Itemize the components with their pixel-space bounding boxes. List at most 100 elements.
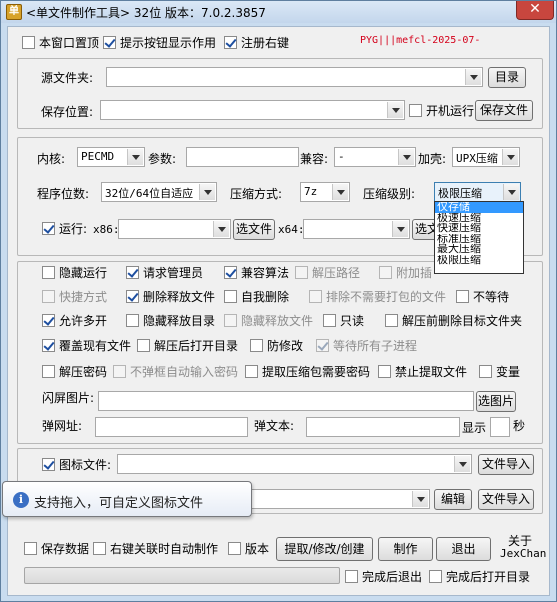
compat-combo[interactable]: - xyxy=(334,147,416,167)
level-option[interactable]: 最大压缩 xyxy=(435,244,523,255)
overwrite-checkbox[interactable]: 覆盖现有文件 xyxy=(42,337,131,353)
option-label: 快捷方式 xyxy=(59,289,108,304)
popup-url-label: 弹网址: xyxy=(42,419,83,433)
checkbox-box xyxy=(126,265,139,279)
select-image-button[interactable]: 选图片 xyxy=(476,391,516,412)
popup-text-input[interactable] xyxy=(306,417,460,437)
author-label: JexChan xyxy=(500,547,547,560)
checkbox-box xyxy=(42,338,55,352)
hide-release-files-checkbox[interactable]: 隐藏释放文件 xyxy=(224,312,313,328)
self-delete-checkbox[interactable]: 自我删除 xyxy=(224,288,289,304)
level-option[interactable]: 极限压缩 xyxy=(435,255,523,266)
chevron-down-icon xyxy=(392,221,408,237)
exclude-files-checkbox[interactable]: 排除不需要打包的文件 xyxy=(309,288,446,304)
checkbox-box xyxy=(345,569,358,583)
icon-file-import-button[interactable]: 文件导入 xyxy=(478,454,534,475)
kernel-label: 内核: xyxy=(37,152,66,166)
option-label: 不等待 xyxy=(473,289,510,304)
chevron-down-icon xyxy=(465,69,481,85)
no-wait-checkbox[interactable]: 不等待 xyxy=(456,288,509,304)
params-input[interactable] xyxy=(186,147,299,167)
delete-target-folder-checkbox[interactable]: 解压前删除目标文件夹 xyxy=(385,312,522,328)
arch-combo[interactable]: 32位/64位自适应 xyxy=(101,182,217,202)
hide-run-checkbox[interactable]: 隐藏运行 xyxy=(42,264,107,280)
compress-level-value: 极限压缩 xyxy=(438,187,482,200)
version-checkbox[interactable]: 版本 xyxy=(228,540,269,556)
checkbox-box xyxy=(224,265,237,279)
exit-button[interactable]: 退出 xyxy=(436,537,491,561)
popup-url-input[interactable] xyxy=(95,417,248,437)
attach-plugin-checkbox[interactable]: 附加插 xyxy=(379,264,432,280)
save-location-combo[interactable] xyxy=(100,100,405,120)
splash-image-input[interactable] xyxy=(98,391,474,411)
option-label: 等待所有子进程 xyxy=(333,338,418,353)
exit-after-checkbox[interactable]: 完成后退出 xyxy=(345,568,422,584)
checkbox-box xyxy=(429,569,442,583)
level-option[interactable]: 快速压缩 xyxy=(435,223,523,234)
extract-path-checkbox[interactable]: 解压路径 xyxy=(295,264,360,280)
request-admin-checkbox[interactable]: 请求管理员 xyxy=(126,264,203,280)
source-folder-combo[interactable] xyxy=(106,67,483,87)
shell-combo[interactable]: UPX压缩 xyxy=(452,147,520,167)
progress-bar xyxy=(24,567,340,584)
level-option[interactable]: 仅存储 xyxy=(435,202,523,213)
run-checkbox[interactable]: 运行: xyxy=(42,220,87,236)
compress-method-value: 7z xyxy=(304,185,318,198)
variable-checkbox[interactable]: 变量 xyxy=(479,363,520,379)
x86-browse-button[interactable]: 选文件 xyxy=(233,219,275,240)
register-right-click-checkbox[interactable]: 注册右键 xyxy=(224,34,289,50)
edit-button[interactable]: 编辑 xyxy=(434,489,472,510)
icon-file-combo[interactable] xyxy=(117,454,472,474)
chevron-down-icon xyxy=(502,149,518,165)
level-option[interactable]: 标准压缩 xyxy=(435,234,523,245)
chevron-down-icon xyxy=(503,184,519,200)
compat-value: - xyxy=(338,150,345,163)
make-button[interactable]: 制作 xyxy=(378,537,433,561)
compress-level-combo[interactable]: 极限压缩 xyxy=(434,182,521,202)
read-only-checkbox[interactable]: 只读 xyxy=(323,312,364,328)
anti-modify-checkbox[interactable]: 防修改 xyxy=(250,337,303,353)
extract-needs-password-checkbox[interactable]: 提取压缩包需要密码 xyxy=(245,363,370,379)
delete-released-checkbox[interactable]: 删除释放文件 xyxy=(126,288,215,304)
show-tips-checkbox[interactable]: 提示按钮显示作用 xyxy=(103,34,216,50)
save-data-checkbox[interactable]: 保存数据 xyxy=(24,540,89,556)
hide-release-dir-checkbox[interactable]: 隐藏释放目录 xyxy=(126,312,215,328)
compat-algo-checkbox[interactable]: 兼容算法 xyxy=(224,264,289,280)
browse-folder-button[interactable]: 目录 xyxy=(488,67,526,88)
title-bar[interactable]: 单 <单文件制作工具> 32位 版本：7.0.2.3857 ✕ xyxy=(1,1,556,23)
open-after-checkbox[interactable]: 完成后打开目录 xyxy=(429,568,530,584)
kernel-combo[interactable]: PECMD xyxy=(77,147,145,167)
version-label: 版本 xyxy=(245,541,270,556)
option-label: 解压后打开目录 xyxy=(154,338,239,353)
x64-combo[interactable] xyxy=(303,219,410,239)
checkbox-box xyxy=(456,289,469,303)
checkbox-box xyxy=(224,35,237,49)
checkbox-box xyxy=(42,265,55,279)
stay-on-top-checkbox[interactable]: 本窗口置顶 xyxy=(22,34,99,50)
close-button[interactable]: ✕ xyxy=(516,1,554,20)
chevron-down-icon xyxy=(387,102,403,118)
level-option[interactable]: 极速压缩 xyxy=(435,213,523,224)
compress-method-combo[interactable]: 7z xyxy=(300,182,350,202)
x86-combo[interactable] xyxy=(118,219,231,239)
checkbox-box xyxy=(137,338,150,352)
checkbox-box xyxy=(42,221,55,235)
open-dir-after-extract-checkbox[interactable]: 解压后打开目录 xyxy=(137,337,238,353)
allow-multi-checkbox[interactable]: 允许多开 xyxy=(42,312,107,328)
extract-password-checkbox[interactable]: 解压密码 xyxy=(42,363,107,379)
startup-checkbox[interactable]: 开机运行 xyxy=(409,102,474,118)
splash-image-label: 闪屏图片: xyxy=(42,391,95,405)
checkbox-box xyxy=(224,313,237,327)
save-file-button[interactable]: 保存文件 xyxy=(475,100,533,121)
auto-password-checkbox[interactable]: 不弹框自动输入密码 xyxy=(113,363,238,379)
x86-label: x86: xyxy=(93,223,120,236)
icon-file-checkbox[interactable]: 图标文件: xyxy=(42,456,111,472)
auto-make-checkbox[interactable]: 右键关联时自动制作 xyxy=(93,540,218,556)
option-label: 允许多开 xyxy=(59,313,108,328)
forbid-extract-checkbox[interactable]: 禁止提取文件 xyxy=(378,363,467,379)
extract-modify-create-button[interactable]: 提取/修改/创建 xyxy=(276,537,373,561)
wait-children-checkbox[interactable]: 等待所有子进程 xyxy=(316,337,417,353)
seconds-input[interactable] xyxy=(490,417,510,437)
shortcut-checkbox[interactable]: 快捷方式 xyxy=(42,288,107,304)
file-import-button[interactable]: 文件导入 xyxy=(478,489,534,510)
